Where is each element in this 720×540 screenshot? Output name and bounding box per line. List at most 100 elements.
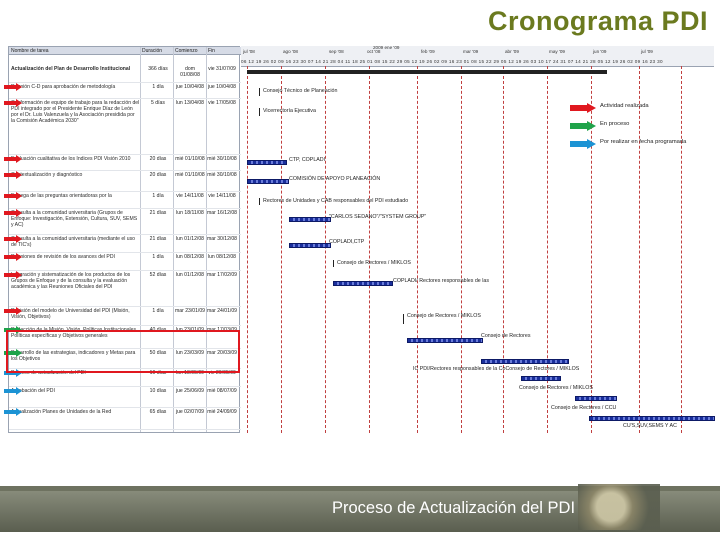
legend-label: En proceso (600, 121, 630, 127)
task-start-cell: dom 01/08/08 (180, 66, 200, 78)
summary-bar[interactable] (247, 70, 607, 74)
task-end-cell: lun 08/12/08 (207, 254, 237, 260)
table-row[interactable]: Aprobación del PDI 10 días jue 25/06/09 mié… (9, 387, 241, 408)
table-row[interactable]: Reunión C-D para aprobación de metodolog… (9, 83, 241, 99)
timeline-header: jul '08 ago '08 sep '08 oct '08 2009 ene… (241, 45, 714, 67)
task-dur-cell: 5 días (151, 100, 165, 106)
status-arrow-icon (4, 307, 22, 315)
task-end-cell: jue 10/04/08 (207, 84, 237, 90)
col-header-start[interactable]: Comienzo (173, 47, 206, 55)
task-start-cell: lun 01/12/08 (175, 236, 205, 242)
status-arrow-icon (4, 408, 22, 416)
table-row[interactable]: Actualización Planes de Unidades de la R… (9, 408, 241, 430)
task-dur-cell: 21 días (149, 210, 167, 216)
week-label: ago '08 (283, 49, 298, 54)
task-bar[interactable] (247, 160, 287, 165)
legend-label: Actividad realizada (600, 103, 649, 109)
status-arrow-icon (4, 387, 22, 395)
task-end-cell: vie 14/11/08 (208, 193, 236, 199)
gridline (281, 66, 282, 433)
task-name-cell: Evaluación cualitativa de los Índices PD… (11, 156, 131, 162)
resource-label: "CARLOS SEDANO"/"SYSTEM GROUP" (329, 214, 427, 220)
task-bar[interactable] (589, 416, 715, 421)
task-end-cell: mar 16/12/08 (207, 210, 238, 216)
resource-label: Consejo de Rectores / MIKLOS (407, 313, 481, 319)
task-bar[interactable] (575, 396, 617, 401)
col-header-duration[interactable]: Duración (140, 47, 173, 55)
task-end-cell: mié 30/10/08 (207, 172, 237, 178)
task-name-cell: Actualización Planes de Unidades de la R… (11, 409, 112, 415)
status-arrow-icon (4, 171, 22, 179)
task-dur-cell: 366 días (148, 66, 168, 72)
table-row[interactable]: Reuniones de revisión de los avances del… (9, 253, 241, 271)
col-header-name[interactable]: Nombre de tarea (9, 47, 140, 55)
week-label: mar '09 (463, 49, 479, 54)
task-bar[interactable] (333, 281, 393, 286)
table-row[interactable]: Evaluación cualitativa de los Índices PD… (9, 155, 241, 171)
task-end-cell: mié 30/10/08 (207, 156, 237, 162)
week-label: jun '09 (593, 49, 607, 54)
table-row[interactable]: Revisión del modelo de Universidad del P… (9, 307, 241, 326)
table-row[interactable]: Entrega de las preguntas orientadoras po… (9, 192, 241, 209)
week-label: may '09 (549, 49, 565, 54)
gridline (503, 66, 504, 433)
day-labels: 06 12 19 26 02 09 16 23 30 07 14 21 28 0… (241, 59, 663, 64)
task-start-cell: lun 01/12/08 (175, 272, 205, 278)
status-arrow-icon (4, 155, 22, 163)
task-start-cell: lun 13/04/08 (175, 100, 205, 106)
task-end-cell: vie 17/05/08 (208, 100, 236, 106)
resource-label: Rectores de Unidades y CAB responsables … (263, 198, 409, 204)
task-name-cell: Consulta a la comunidad universitaria (G… (11, 210, 138, 228)
task-name-cell: Entrega de las preguntas orientadoras po… (11, 193, 112, 199)
table-row[interactable]: Consulta a la comunidad universitaria (G… (9, 209, 241, 235)
task-bar[interactable] (481, 359, 569, 364)
task-dur-cell: 65 días (149, 409, 167, 415)
status-arrow-icon (4, 99, 22, 107)
task-bar[interactable] (521, 376, 561, 381)
task-start-cell: lun 18/11/08 (176, 210, 204, 216)
status-arrow-icon (4, 235, 22, 243)
week-label: sep '08 (329, 49, 344, 54)
task-end-cell: mié 24/09/09 (207, 409, 237, 415)
task-dur-cell: 1 día (152, 84, 164, 90)
table-row[interactable]: Integración y sistematización de los pro… (9, 271, 241, 307)
gridline (681, 66, 682, 433)
resource-label: CU'S,SUV,SEMS Y AC (623, 423, 677, 429)
table-row[interactable]: Actualización del Plan de Desarrollo Ins… (9, 65, 241, 83)
resource-label: CTP, COPLADI (289, 157, 326, 163)
arrow-right-icon (570, 136, 596, 154)
arrow-right-icon (570, 100, 596, 118)
task-name-cell: Contextualización y diagnóstico (11, 172, 83, 178)
task-end-cell: mié 08/07/09 (207, 388, 237, 394)
table-row[interactable]: Conformación de equipo de trabajo para l… (9, 99, 241, 155)
task-start-cell: lun 08/12/08 (175, 254, 205, 260)
task-dur-cell: 1 día (152, 254, 164, 260)
footer-title: Proceso de Actualización del PDI (332, 499, 576, 517)
task-bar[interactable] (247, 179, 289, 184)
gridline (369, 66, 370, 433)
task-start-cell: mar 23/01/09 (175, 308, 206, 314)
status-arrow-icon (4, 83, 22, 91)
task-bar[interactable] (407, 338, 483, 343)
arrow-right-icon (570, 118, 596, 136)
task-bar[interactable] (289, 243, 331, 248)
task-name-cell: Conformación de equipo de trabajo para l… (11, 100, 140, 124)
resource-label: Consejo de Rectores / CCU (551, 405, 617, 411)
gridline (639, 66, 640, 433)
task-dur-cell: 21 días (149, 236, 167, 242)
resource-label: Consejo de Rectores (481, 333, 531, 339)
task-start-cell: mié 01/10/08 (175, 156, 205, 162)
table-row[interactable]: Consulta a la comunidad universitaria (m… (9, 235, 241, 253)
legend-label: Por realizar en fecha programada (600, 139, 687, 145)
col-header-end[interactable]: Fin (206, 47, 241, 55)
table-row[interactable]: Contextualización y diagnóstico 20 días mi… (9, 171, 241, 192)
status-arrow-icon (4, 209, 22, 217)
task-dur-cell: 1 día (152, 308, 164, 314)
task-start-cell: vie 14/11/08 (176, 193, 204, 199)
task-name-cell: Revisión del modelo de Universidad del P… (11, 308, 130, 320)
page-title: Cronograma PDI (487, 6, 708, 36)
task-start-cell: jue 02/07/09 (175, 409, 205, 415)
task-bar[interactable] (289, 217, 331, 222)
task-name-cell: Reunión C-D para aprobación de metodolog… (11, 84, 116, 90)
gridline (247, 66, 248, 433)
